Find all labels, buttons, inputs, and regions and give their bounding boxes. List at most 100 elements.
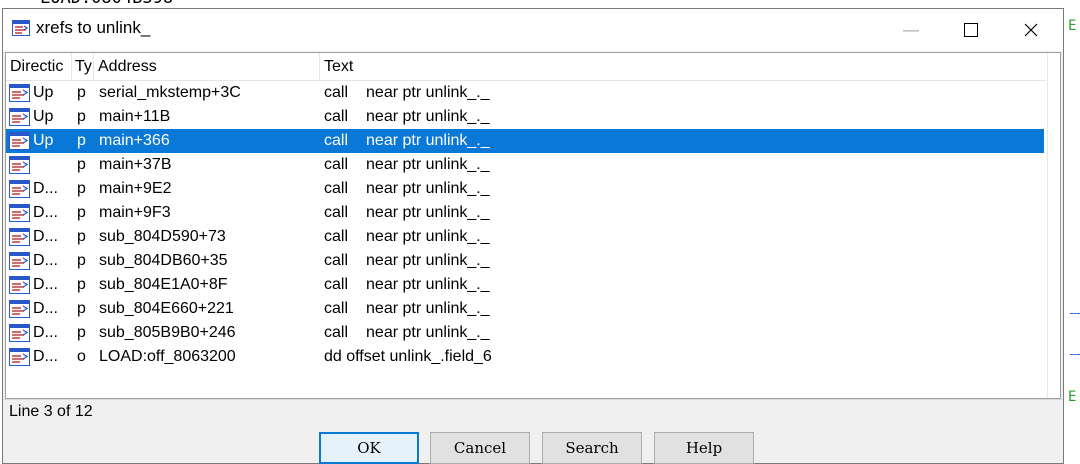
cell-address: main+9F3 xyxy=(99,204,171,221)
cell-direction xyxy=(33,153,73,177)
search-button[interactable]: Search xyxy=(542,432,642,464)
cell-text-arg: near ptr unlink_._ xyxy=(366,132,490,149)
column-header-address[interactable]: Address xyxy=(94,53,320,80)
close-icon[interactable] xyxy=(1003,9,1059,51)
minimize-icon[interactable]: — xyxy=(883,9,939,51)
cell-text-arg: near ptr unlink_._ xyxy=(366,180,490,197)
cell-direction: D... xyxy=(33,228,58,245)
list-header: Directic Ty Address Text xyxy=(6,53,1048,81)
help-button[interactable]: Help xyxy=(654,432,754,464)
table-row[interactable]: D... p main+9F3 call near ptr unlink_._ xyxy=(6,201,1044,225)
cell-address: main+366 xyxy=(99,132,170,149)
cell-text-arg: near ptr unlink_._ xyxy=(366,324,490,341)
background-mark: E xyxy=(1068,18,1077,34)
cell-text-op: call xyxy=(324,132,349,149)
list-divider xyxy=(1047,53,1048,398)
cancel-button[interactable]: Cancel xyxy=(430,432,530,464)
cell-address: main+9E2 xyxy=(99,180,172,197)
background-dash xyxy=(1070,354,1080,355)
cell-text: dd offset unlink_.field_6 xyxy=(324,345,1024,369)
ok-button[interactable]: OK xyxy=(319,432,419,464)
xref-entry-icon xyxy=(9,324,30,342)
table-row[interactable]: D... p sub_805B9B0+246 call near ptr unlink_… xyxy=(6,321,1044,345)
xrefs-dialog: xrefs to unlink_ — Directic Ty Address T… xyxy=(2,8,1064,464)
table-row[interactable]: D... p sub_804D590+73 call near ptr unlink_.… xyxy=(6,225,1044,249)
cell-text-op: call xyxy=(324,108,349,125)
cell-text: call near ptr unlink_._ xyxy=(324,225,1024,249)
xref-entry-icon xyxy=(9,132,30,150)
cell-direction: Up xyxy=(33,108,54,125)
cell-text: call near ptr unlink_._ xyxy=(324,201,1024,225)
cell-direction: Up xyxy=(33,132,54,149)
cell-text: call near ptr unlink_._ xyxy=(324,105,1024,129)
cell-address: sub_804E660+221 xyxy=(99,300,234,317)
xrefs-list[interactable]: Directic Ty Address Text Up p serial_mkste… xyxy=(5,52,1061,399)
cell-type: p xyxy=(77,276,86,293)
background-dash xyxy=(1070,313,1080,314)
cell-text-arg: near ptr unlink_._ xyxy=(366,156,490,173)
title-bar[interactable]: xrefs to unlink_ — xyxy=(3,9,1063,51)
cell-text-op: call xyxy=(324,324,349,341)
cell-address: LOAD:off_8063200 xyxy=(99,348,236,365)
table-row[interactable]: D... p main+9E2 call near ptr unlink_._ xyxy=(6,177,1044,201)
background-address: LOAD:0804B398 xyxy=(40,0,173,8)
cell-address: main+11B xyxy=(99,108,171,125)
cell-text-op: call xyxy=(324,204,349,221)
table-row[interactable]: Up p main+366 call near ptr unlink_._ xyxy=(6,129,1044,153)
cell-text-arg: near ptr unlink_._ xyxy=(366,300,490,317)
column-header-direction[interactable]: Directic xyxy=(6,53,72,80)
table-row[interactable]: D... p sub_804E660+221 call near ptr unlink_… xyxy=(6,297,1044,321)
xref-entry-icon xyxy=(9,156,30,174)
cell-text-arg: near ptr unlink_._ xyxy=(366,228,490,245)
table-row[interactable]: D... o LOAD:off_8063200 dd offset unlink_.f… xyxy=(6,345,1044,369)
cell-text: call near ptr unlink_._ xyxy=(324,297,1024,321)
table-row[interactable]: D... p sub_804DB60+35 call near ptr unlink_.… xyxy=(6,249,1044,273)
cell-text-op: call xyxy=(324,252,349,269)
cell-type: p xyxy=(77,132,86,149)
maximize-icon[interactable] xyxy=(943,9,999,51)
cell-type: o xyxy=(77,348,86,365)
cell-text: call near ptr unlink_._ xyxy=(324,153,1024,177)
background-right-strip: E E xyxy=(1066,0,1080,462)
cell-type: p xyxy=(77,324,86,341)
table-row[interactable]: p main+37B call near ptr unlink_._ xyxy=(6,153,1044,177)
cell-text: call near ptr unlink_._ xyxy=(324,177,1024,201)
xref-entry-icon xyxy=(9,348,30,366)
cell-text: call near ptr unlink_._ xyxy=(324,273,1024,297)
column-header-type[interactable]: Ty xyxy=(72,53,94,80)
xref-entry-icon xyxy=(9,300,30,318)
cell-text: call near ptr unlink_._ xyxy=(324,249,1024,273)
column-header-text[interactable]: Text xyxy=(320,53,1048,80)
table-row[interactable]: Up p serial_mkstemp+3C call near ptr unlink_… xyxy=(6,81,1044,105)
cell-address: sub_804D590+73 xyxy=(99,228,226,245)
status-divider xyxy=(3,399,1063,400)
xref-entry-icon xyxy=(9,276,30,294)
xref-entry-icon xyxy=(9,228,30,246)
cell-text-arg: near ptr unlink_._ xyxy=(366,204,490,221)
cell-text-op: call xyxy=(324,156,349,173)
table-row[interactable]: Up p main+11B call near ptr unlink_._ xyxy=(6,105,1044,129)
cell-text-op: call xyxy=(324,180,349,197)
table-row[interactable]: D... p sub_804E1A0+8F call near ptr unlink_.… xyxy=(6,273,1044,297)
cell-address: sub_804DB60+35 xyxy=(99,252,228,269)
cell-direction: D... xyxy=(33,180,58,197)
cell-direction: D... xyxy=(33,204,58,221)
xref-entry-icon xyxy=(9,252,30,270)
xref-entry-icon xyxy=(9,108,30,126)
cell-direction: Up xyxy=(33,84,54,101)
cell-type: p xyxy=(77,204,86,221)
cell-text-op: call xyxy=(324,300,349,317)
xref-entry-icon xyxy=(9,84,30,102)
xref-entry-icon xyxy=(9,180,30,198)
cell-text-op: call xyxy=(324,276,349,293)
cell-address: main+37B xyxy=(99,156,172,173)
cell-address: serial_mkstemp+3C xyxy=(99,84,241,101)
cell-text-op: call xyxy=(324,84,349,101)
cell-text-op: dd offset unlink_.field_6 xyxy=(324,348,492,365)
status-line: Line 3 of 12 xyxy=(9,403,93,420)
cell-text-arg: near ptr unlink_._ xyxy=(366,252,490,269)
cell-text: call near ptr unlink_._ xyxy=(324,129,1024,153)
cell-address: sub_804E1A0+8F xyxy=(99,276,228,293)
cell-text-arg: near ptr unlink_._ xyxy=(366,276,490,293)
cell-direction: D... xyxy=(33,276,58,293)
